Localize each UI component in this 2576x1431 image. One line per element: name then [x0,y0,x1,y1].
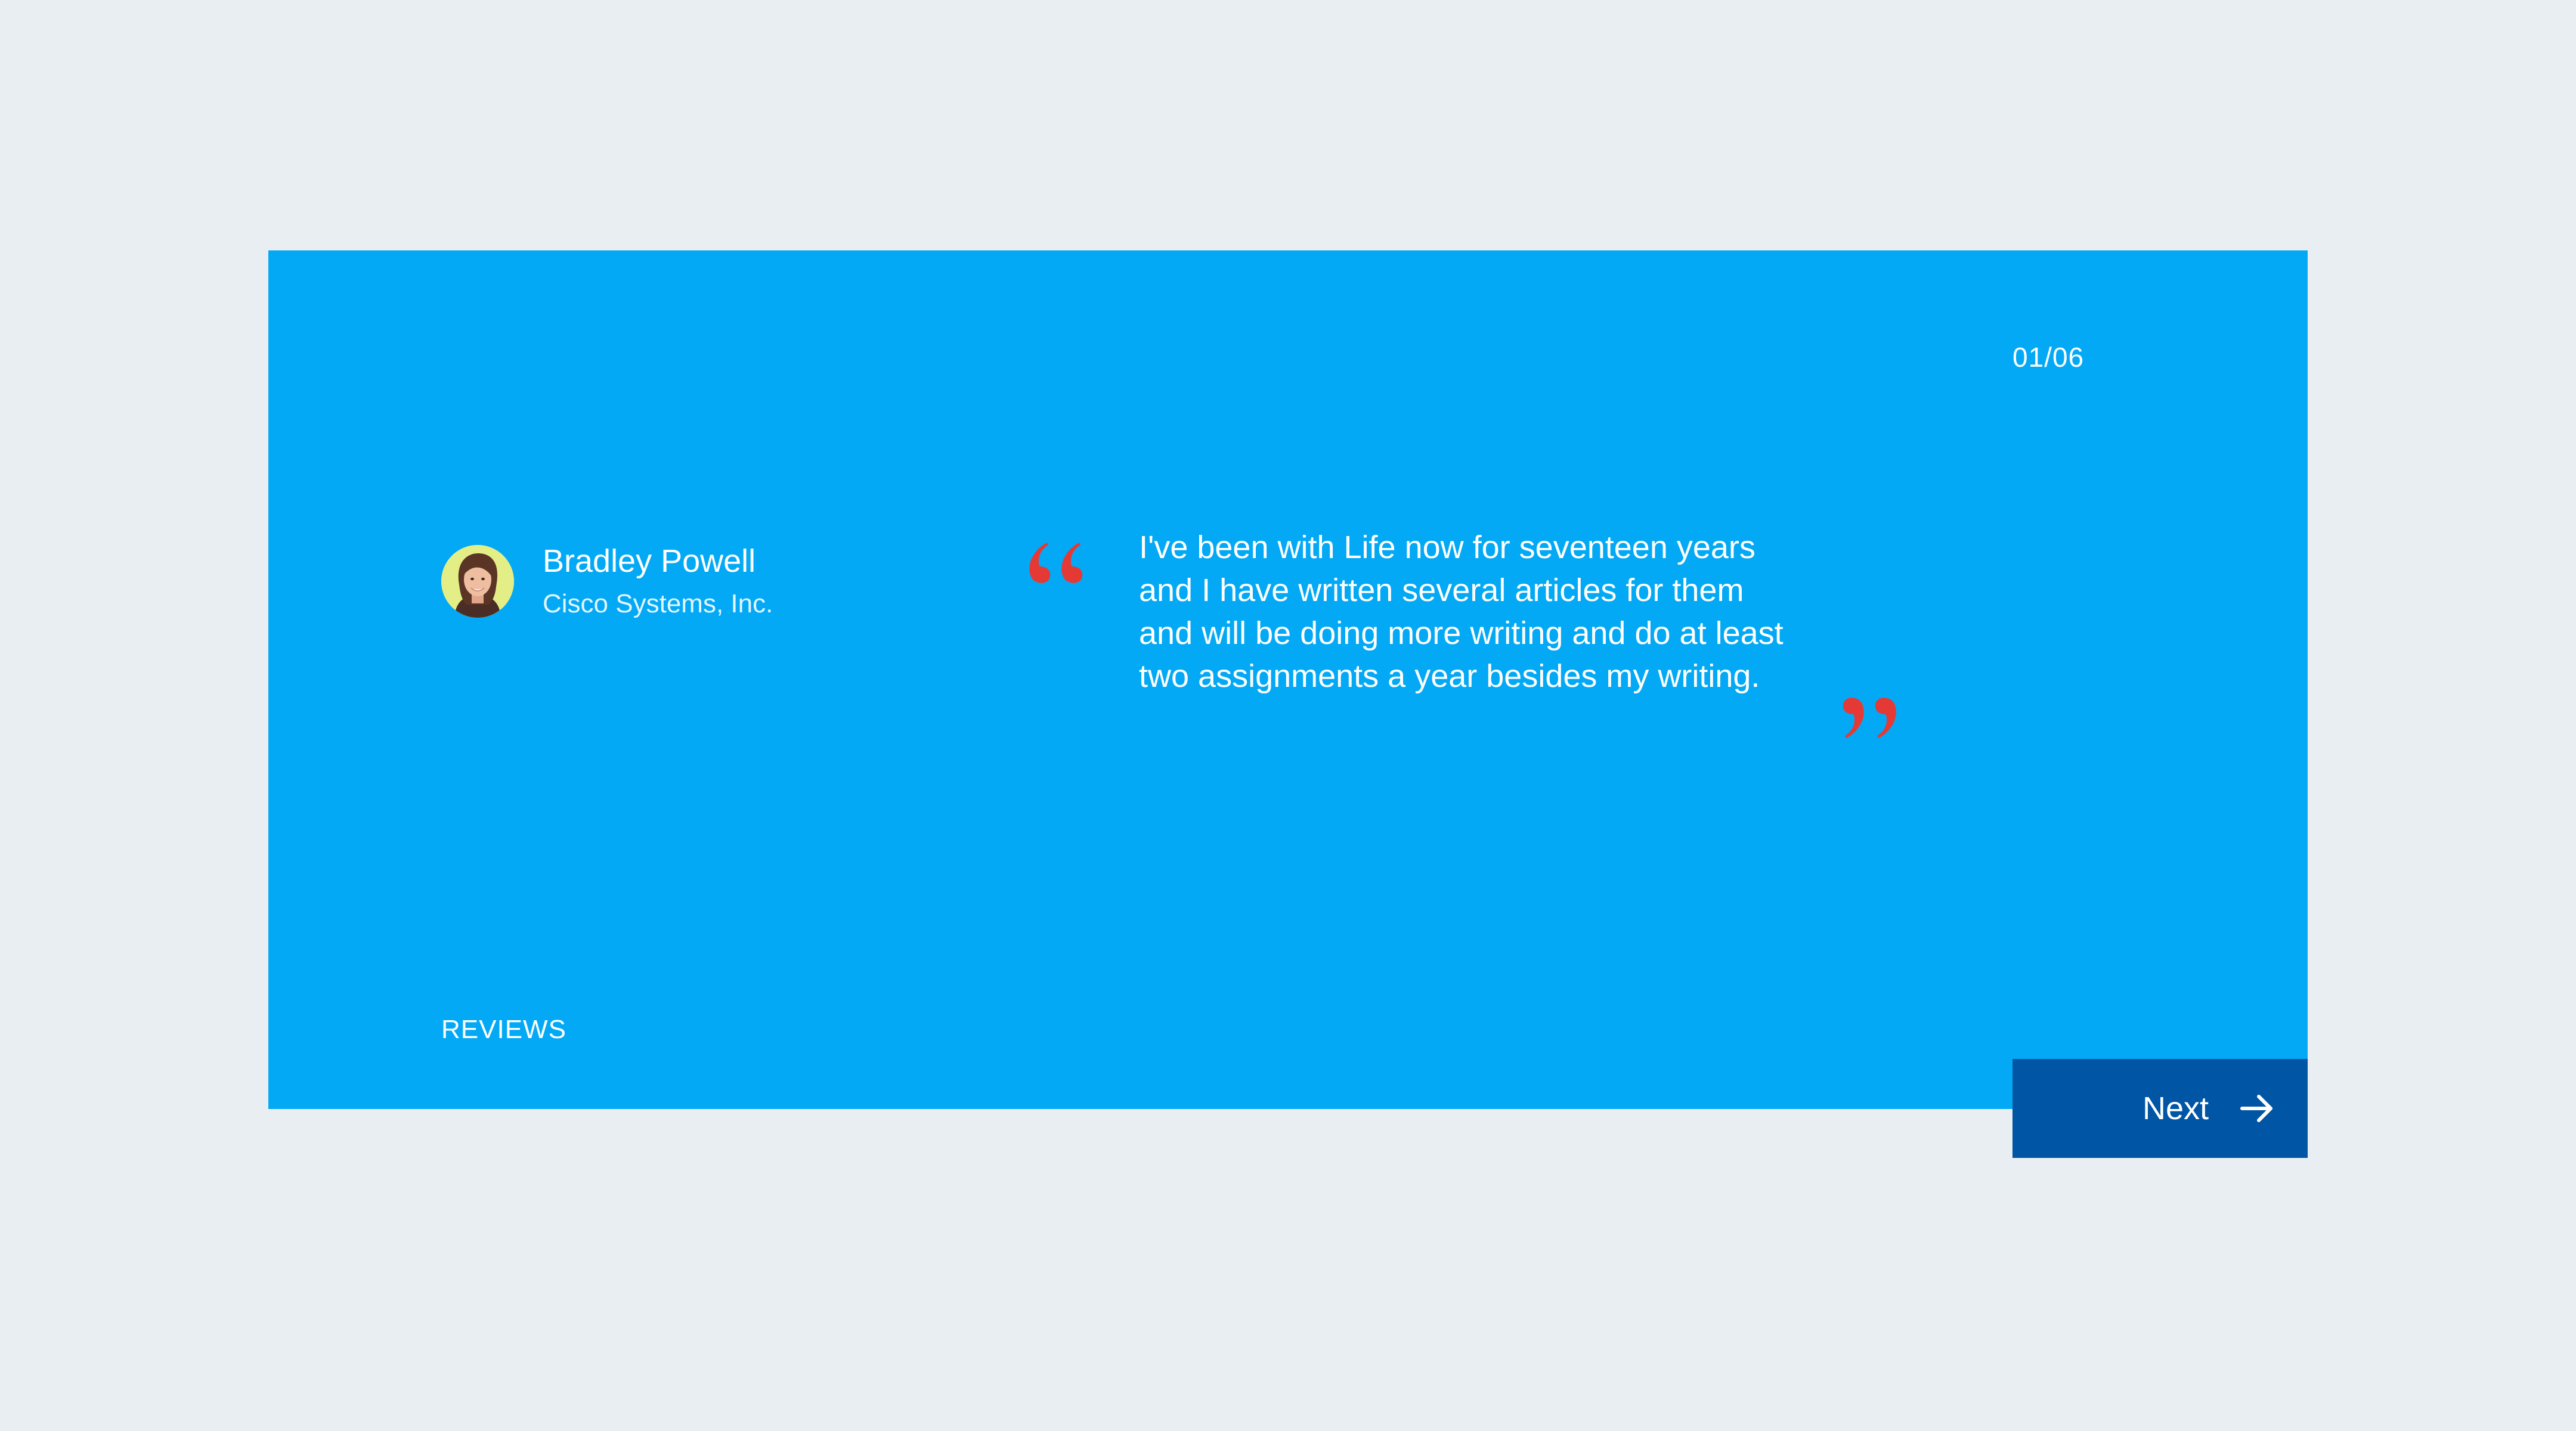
arrow-right-icon [2240,1094,2274,1123]
section-label: REVIEWS [441,1015,566,1044]
close-quote-icon [1834,696,1899,744]
avatar [441,545,514,618]
next-button-label: Next [2142,1091,2209,1126]
reviewer-name: Bradley Powell [543,543,756,579]
open-quote-icon [1027,537,1091,584]
testimonial-quote: I've been with Life now for seventeen ye… [1139,529,1784,694]
reviewer-company: Cisco Systems, Inc. [543,589,773,618]
next-button[interactable]: Next [2012,1059,2308,1158]
slide-counter: 01/06 [2012,342,2085,373]
